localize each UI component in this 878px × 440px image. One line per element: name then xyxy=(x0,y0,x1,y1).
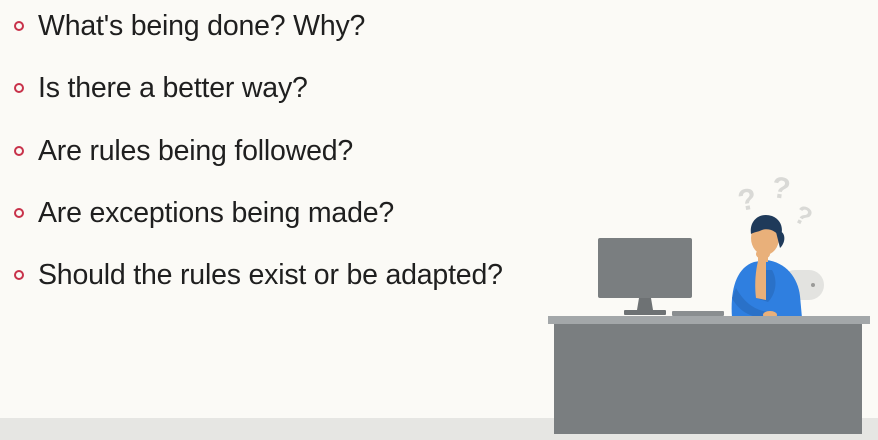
bullet-circle-icon xyxy=(14,83,24,93)
question-mark-icon: ? xyxy=(770,171,793,206)
bullet-circle-icon xyxy=(14,208,24,218)
bullet-circle-icon xyxy=(14,146,24,156)
thinking-person-illustration: ? ? ? xyxy=(548,171,870,434)
bullet-item: Is there a better way? xyxy=(14,68,308,108)
person-icon xyxy=(731,214,802,319)
bullet-item: Should the rules exist or be adapted? xyxy=(14,255,503,295)
bullet-text: What's being done? Why? xyxy=(38,9,366,42)
bullet-item: What's being done? Why? xyxy=(14,6,365,46)
desk-icon xyxy=(548,316,870,434)
question-mark-icon: ? xyxy=(789,199,817,233)
bullet-text: Should the rules exist or be adapted? xyxy=(38,258,503,291)
bullet-text: Are exceptions being made? xyxy=(38,196,395,229)
bullet-circle-icon xyxy=(14,270,24,280)
bullet-text: Is there a better way? xyxy=(38,71,308,104)
monitor-icon xyxy=(598,238,692,315)
bullet-text: Are rules being followed? xyxy=(38,134,354,167)
bullet-item: Are rules being followed? xyxy=(14,131,353,171)
bullet-circle-icon xyxy=(14,21,24,31)
keyboard-icon xyxy=(672,311,724,316)
question-mark-icon: ? xyxy=(735,182,759,218)
bullet-item: Are exceptions being made? xyxy=(14,193,394,233)
